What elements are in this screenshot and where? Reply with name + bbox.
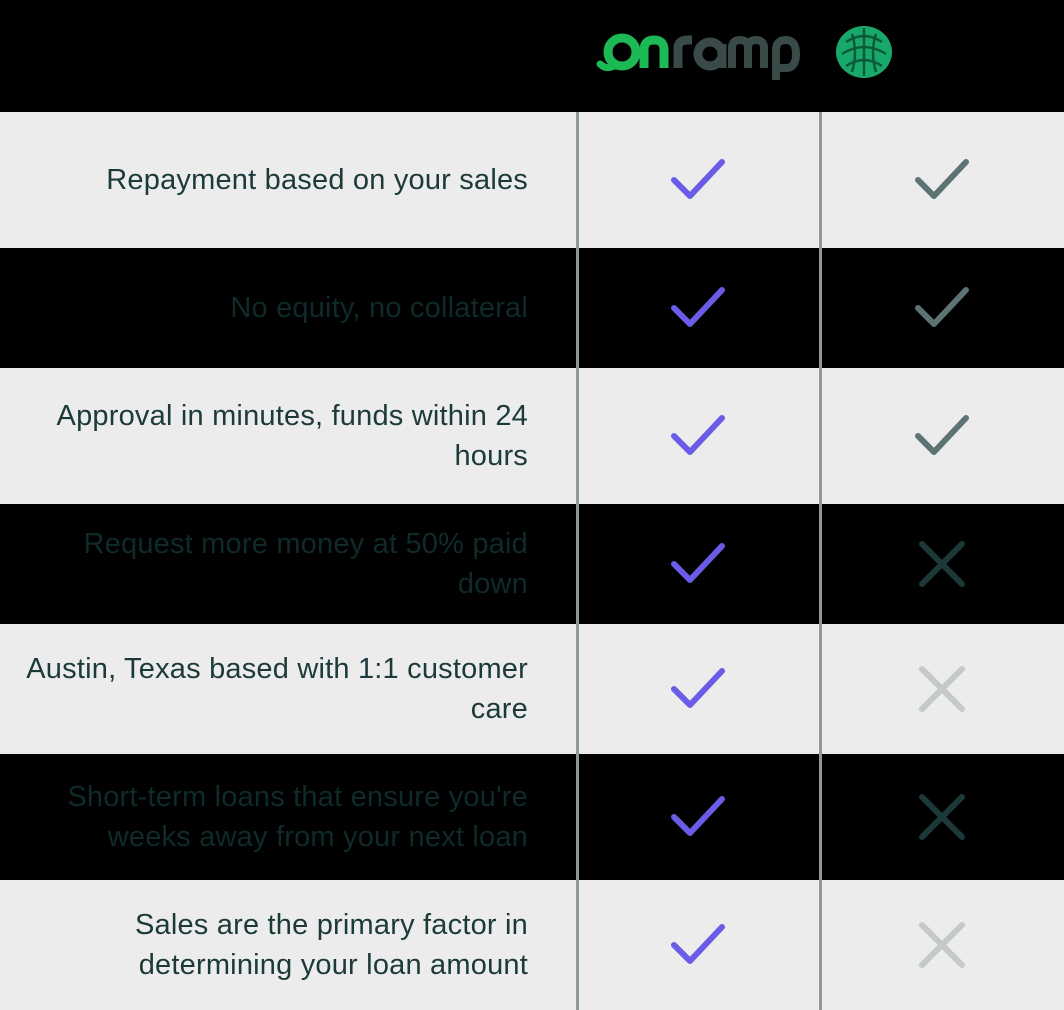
onramp-logo bbox=[596, 33, 801, 80]
comparison-row: Sales are the primary factor in determin… bbox=[0, 880, 1064, 1010]
column-divider-onramp bbox=[576, 112, 579, 1010]
competitor-check-icon bbox=[912, 154, 972, 206]
competitor-x-icon bbox=[912, 663, 972, 715]
competitor-x-icon bbox=[912, 791, 972, 843]
comparison-row: Request more money at 50% paid down bbox=[0, 504, 1064, 624]
onramp-check-icon bbox=[668, 154, 728, 206]
comparison-row: Austin, Texas based with 1:1 customer ca… bbox=[0, 624, 1064, 754]
feature-label: Repayment based on your sales bbox=[106, 164, 528, 196]
onramp-check-icon bbox=[668, 791, 728, 843]
comparison-row: Short-term loans that ensure you're week… bbox=[0, 754, 1064, 880]
competitor-x-icon bbox=[912, 538, 972, 590]
feature-label: Sales are the primary factor in determin… bbox=[134, 909, 528, 981]
onramp-check-icon bbox=[668, 919, 728, 971]
comparison-header bbox=[0, 0, 1064, 112]
onramp-check-icon bbox=[668, 410, 728, 462]
column-divider-competitor bbox=[819, 112, 822, 1010]
onramp-check-icon bbox=[668, 663, 728, 715]
feature-label: Approval in minutes, funds within 24 hou… bbox=[56, 400, 528, 472]
feature-label: No equity, no collateral bbox=[230, 292, 528, 324]
comparison-row: No equity, no collateral bbox=[0, 248, 1064, 368]
competitor-x-icon bbox=[912, 919, 972, 971]
comparison-row: Approval in minutes, funds within 24 hou… bbox=[0, 368, 1064, 504]
feature-label: Austin, Texas based with 1:1 customer ca… bbox=[26, 653, 528, 725]
onramp-check-icon bbox=[668, 538, 728, 590]
competitor-check-icon bbox=[912, 410, 972, 462]
feature-label: Request more money at 50% paid down bbox=[83, 528, 528, 600]
comparison-row: Repayment based on your sales bbox=[0, 112, 1064, 248]
competitor-check-icon bbox=[912, 282, 972, 334]
onramp-check-icon bbox=[668, 282, 728, 334]
brain-logo-icon bbox=[836, 26, 892, 78]
feature-label: Short-term loans that ensure you're week… bbox=[67, 781, 528, 853]
